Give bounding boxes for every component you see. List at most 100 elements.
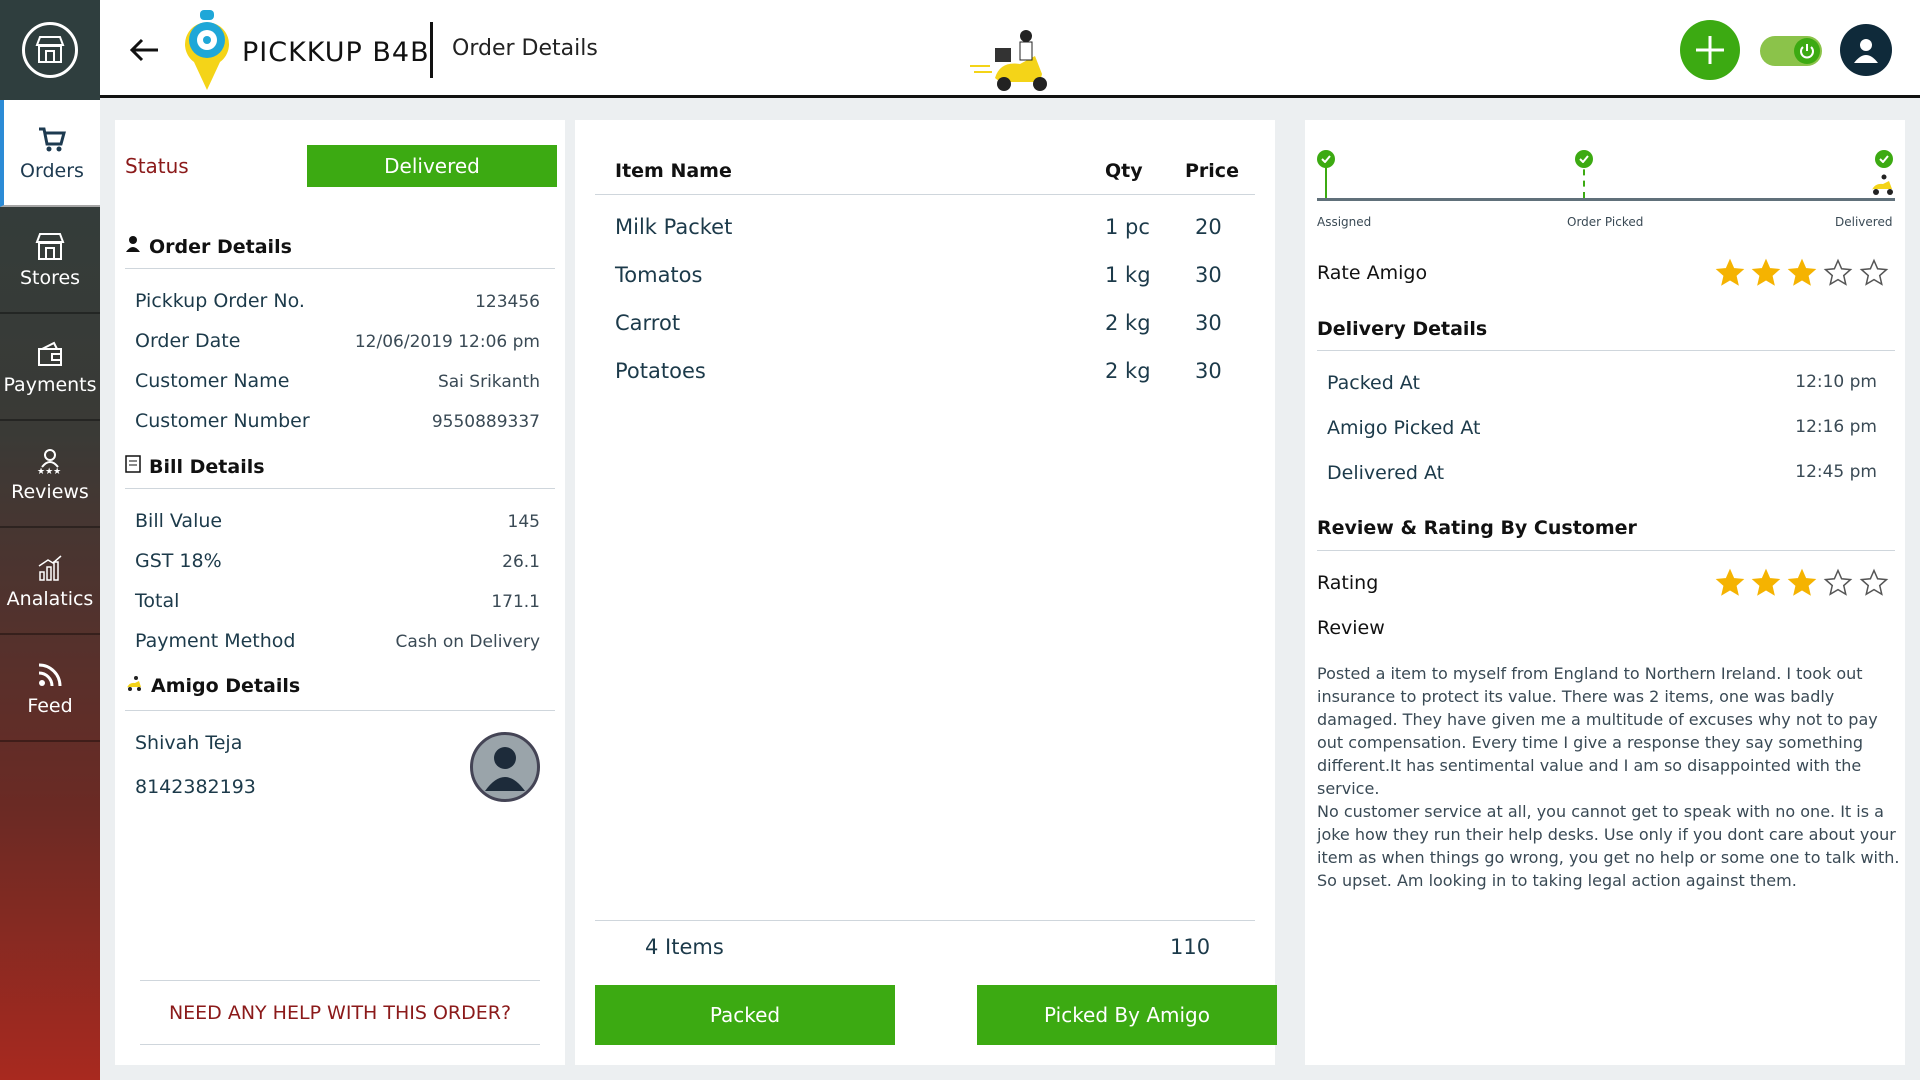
tracker-label: Order Picked <box>1567 215 1644 229</box>
star-empty-icon[interactable] <box>1823 258 1853 288</box>
rating-label: Rating <box>1317 572 1379 594</box>
amigo-phone: 8142382193 <box>135 776 256 798</box>
table-row: Milk Packet 1 pc 20 <box>595 215 1255 255</box>
sidebar-item-stores[interactable]: Stores <box>0 207 100 314</box>
tracker-label: Delivered <box>1835 215 1893 229</box>
status-label: Status <box>125 154 189 178</box>
field-label: Delivered At <box>1327 462 1445 484</box>
item-qty: 2 kg <box>1105 359 1151 383</box>
field-label: Bill Value <box>135 510 223 532</box>
order-number-row: Pickkup Order No. 123456 <box>135 290 540 312</box>
items-count: 4 Items <box>645 935 724 959</box>
sidebar-item-reviews[interactable]: ★★★ Reviews <box>0 421 100 528</box>
item-price: 20 <box>1195 215 1222 239</box>
items-panel: Item Name Qty Price Milk Packet 1 pc 20 … <box>575 120 1277 1065</box>
field-value: 12:16 pm <box>1795 417 1877 437</box>
user-icon <box>485 747 525 791</box>
item-qty: 1 kg <box>1105 263 1151 287</box>
check-icon <box>1575 150 1593 168</box>
back-arrow-icon[interactable] <box>124 30 164 70</box>
rating-stars <box>1715 568 1889 598</box>
field-label: Total <box>135 590 180 612</box>
table-row: Tomatos 1 kg 30 <box>595 263 1255 303</box>
rate-amigo-label: Rate Amigo <box>1317 262 1428 284</box>
table-row: Potatoes 2 kg 30 <box>595 359 1255 399</box>
field-value: 9550889337 <box>431 412 540 432</box>
field-label: Packed At <box>1327 372 1420 394</box>
divider <box>125 710 555 711</box>
sidebar-item-feed[interactable]: Feed <box>0 635 100 742</box>
packed-button[interactable]: Packed <box>595 985 895 1045</box>
sidebar-item-label: Reviews <box>11 480 89 503</box>
status-row: Status Delivered <box>125 145 557 187</box>
bill-icon <box>125 455 141 478</box>
sidebar-item-label: Orders <box>20 159 84 182</box>
picked-by-amigo-button[interactable]: Picked By Amigo <box>977 985 1277 1045</box>
item-price: 30 <box>1195 359 1222 383</box>
divider <box>1317 350 1895 351</box>
star-filled-icon[interactable] <box>1751 258 1781 288</box>
field-label: Amigo Picked At <box>1327 417 1481 439</box>
plus-icon <box>1696 36 1724 64</box>
check-icon <box>1317 150 1335 168</box>
delivered-at-row: Delivered At 12:45 pm <box>1327 462 1877 484</box>
profile-avatar[interactable] <box>1840 24 1892 76</box>
bill-value-row: Bill Value 145 <box>135 510 540 532</box>
item-price: 30 <box>1195 263 1222 287</box>
table-header: Item Name Qty Price <box>595 150 1255 195</box>
sidebar-item-analatics[interactable]: Analatics <box>0 528 100 635</box>
order-info-panel: Status Delivered Order Details Pickkup O… <box>115 120 565 1065</box>
amigo-details-heading: Amigo Details <box>125 675 300 697</box>
section-title: Amigo Details <box>151 675 301 697</box>
field-value: 123456 <box>475 292 540 312</box>
reviews-icon: ★★★ <box>35 445 65 477</box>
help-link[interactable]: NEED ANY HELP WITH THIS ORDER? <box>140 980 540 1045</box>
item-name: Potatoes <box>615 359 706 383</box>
star-empty-icon[interactable] <box>1859 258 1889 288</box>
sidebar-item-label: Feed <box>27 694 73 717</box>
store-logo[interactable] <box>0 0 100 100</box>
item-name: Milk Packet <box>615 215 733 239</box>
status-badge: Delivered <box>307 145 557 187</box>
divider <box>1317 550 1895 551</box>
tracker-line <box>1317 198 1895 201</box>
star-filled-icon[interactable] <box>1787 258 1817 288</box>
sidebar-item-orders[interactable]: Orders <box>0 100 100 207</box>
field-label: GST 18% <box>135 550 222 572</box>
column-header-item: Item Name <box>615 160 732 182</box>
page-title: Order Details <box>452 36 598 61</box>
sidebar-item-label: Stores <box>19 266 81 289</box>
check-icon <box>1875 150 1893 168</box>
sidebar-item-payments[interactable]: Payments <box>0 314 100 421</box>
sidebar: Orders Stores Payments ★★★ Reviews Anala… <box>0 0 100 1080</box>
power-icon <box>1794 38 1820 64</box>
sidebar-item-label: Payments <box>3 373 97 396</box>
total-row: Total 171.1 <box>135 590 540 612</box>
online-toggle[interactable] <box>1760 36 1822 66</box>
sidebar-item-label: Analatics <box>6 587 94 610</box>
user-icon <box>125 235 141 258</box>
header-divider <box>430 22 433 78</box>
star-filled-icon <box>1787 568 1817 596</box>
scooter-icon <box>1870 174 1896 200</box>
scooter-icon <box>125 675 143 697</box>
svg-text:★★★: ★★★ <box>37 467 61 475</box>
customer-name-row: Customer Name Sai Srikanth <box>135 370 540 392</box>
star-filled-icon[interactable] <box>1715 258 1745 288</box>
brand: PICKKUP B4B <box>182 8 430 96</box>
item-name: Tomatos <box>615 263 703 287</box>
table-row: Carrot 2 kg 30 <box>595 311 1255 351</box>
tracker-label: Assigned <box>1317 215 1372 229</box>
star-empty-icon <box>1823 568 1853 596</box>
add-button[interactable] <box>1680 20 1740 80</box>
field-value: 171.1 <box>491 592 540 612</box>
field-value: 26.1 <box>502 552 540 572</box>
item-name: Carrot <box>615 311 681 335</box>
section-title: Bill Details <box>149 455 265 478</box>
amigo-avatar <box>470 732 540 802</box>
rss-icon <box>36 659 64 691</box>
rate-amigo-stars[interactable] <box>1715 258 1889 288</box>
bill-details-heading: Bill Details <box>125 455 265 478</box>
customer-number-row: Customer Number 9550889337 <box>135 410 540 432</box>
field-value: 12:10 pm <box>1795 372 1877 392</box>
